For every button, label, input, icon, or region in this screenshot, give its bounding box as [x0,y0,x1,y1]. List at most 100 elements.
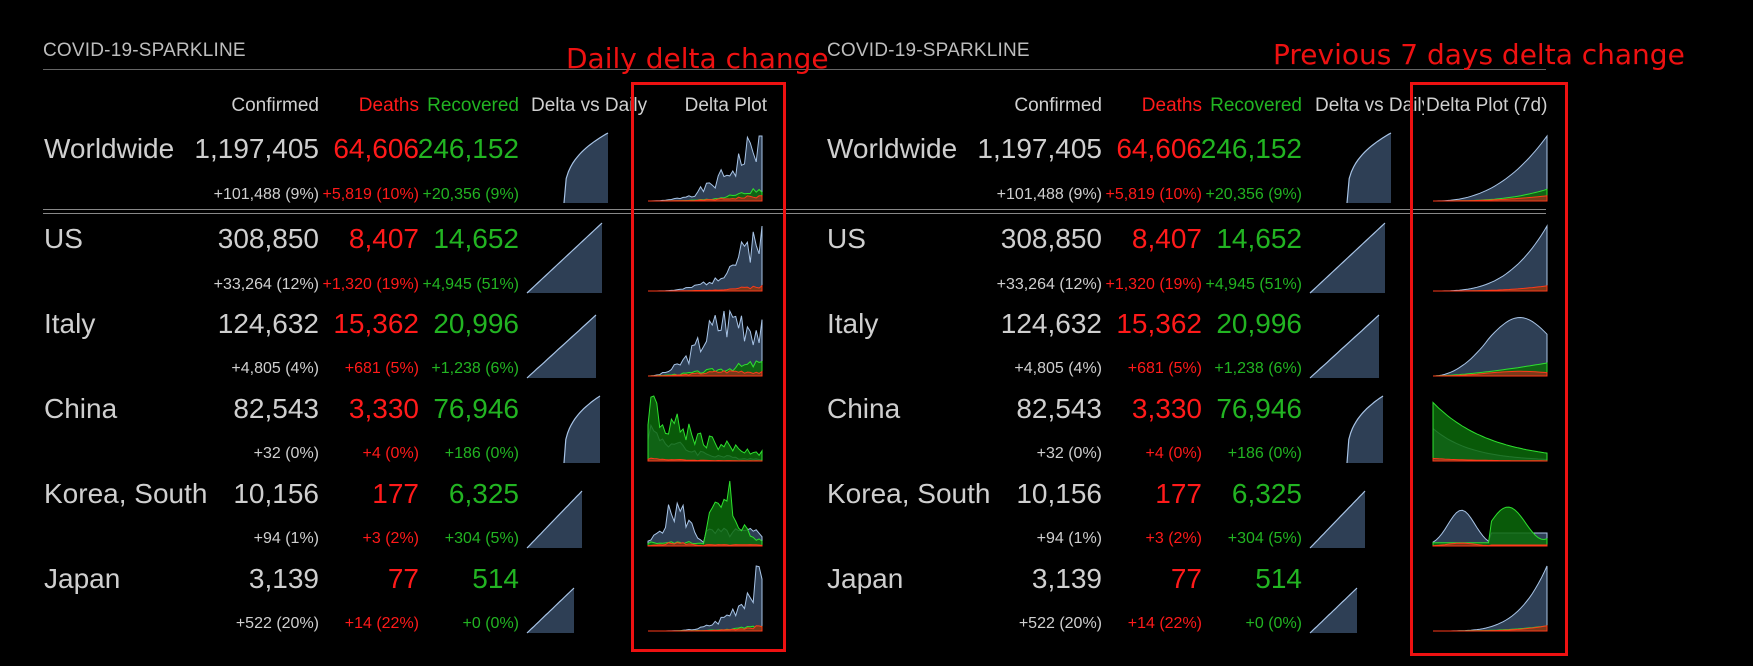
deaths-delta: +14 (22%) [344,615,419,632]
panel-title: COVID-19-SPARKLINE [43,40,246,61]
confirmed-count: 308,850 [217,223,319,254]
deaths-count: 64,606 [1116,133,1202,164]
country-name: Worldwide [44,133,175,164]
confirmed-delta: +4,805 (4%) [1014,360,1102,377]
recovered-delta: +20,356 (9%) [1205,186,1302,203]
recovered-count: 6,325 [1231,478,1302,509]
deaths-delta: +4 (0%) [362,445,419,462]
confirmed-count: 308,850 [1000,223,1102,254]
confirmed-count: 124,632 [1000,308,1102,339]
deaths-delta: +681 (5%) [344,360,419,377]
deaths-count: 8,407 [348,223,419,254]
deaths-count: 15,362 [333,308,419,339]
deaths-delta: +4 (0%) [1145,445,1202,462]
confirmed-count: 82,543 [1016,393,1102,424]
country-name: US [44,223,83,254]
header-confirmed: Confirmed [231,95,319,116]
deaths-count: 8,407 [1131,223,1202,254]
recovered-delta: +186 (0%) [444,445,519,462]
delta-vs-daily-sparkline [1309,490,1366,549]
deaths-count: 77 [387,563,419,594]
annotation-7d-delta: Previous 7 days delta change [1273,38,1685,71]
deaths-count: 15,362 [1116,308,1202,339]
confirmed-count: 3,139 [1031,563,1102,594]
deaths-delta: +1,320 (19%) [322,276,419,293]
deaths-delta: +3 (2%) [362,530,419,547]
delta-vs-daily-sparkline [563,395,601,464]
country-name: Japan [827,563,904,594]
header-recovered: Recovered [1210,95,1302,116]
header-delta-vs-daily: Delta vs Daily [531,95,648,116]
recovered-delta: +186 (0%) [1227,445,1302,462]
deaths-delta: +5,819 (10%) [322,186,419,203]
recovered-count: 514 [472,563,519,594]
recovered-delta: +4,945 (51%) [422,276,519,293]
confirmed-count: 10,156 [233,478,319,509]
country-name: Korea, South [827,478,991,509]
deaths-delta: +681 (5%) [1127,360,1202,377]
confirmed-count: 1,197,405 [194,133,319,164]
delta-vs-daily-sparkline [1309,587,1358,634]
country-name: China [827,393,901,424]
delta-vs-daily-sparkline [526,587,575,634]
recovered-count: 246,152 [417,133,519,164]
header-deaths: Deaths [358,95,419,116]
recovered-count: 14,652 [433,223,519,254]
country-name: China [44,393,118,424]
country-name: Worldwide [827,133,958,164]
deaths-delta: +1,320 (19%) [1105,276,1202,293]
delta-vs-daily-sparkline [526,222,603,294]
confirmed-delta: +522 (20%) [1018,615,1102,632]
recovered-count: 20,996 [433,308,519,339]
deaths-count: 3,330 [348,393,419,424]
confirmed-delta: +522 (20%) [235,615,319,632]
country-name: US [827,223,866,254]
recovered-delta: +0 (0%) [462,615,519,632]
confirmed-delta: +32 (0%) [253,445,319,462]
deaths-delta: +14 (22%) [1127,615,1202,632]
confirmed-count: 82,543 [233,393,319,424]
confirmed-delta: +94 (1%) [1036,530,1102,547]
confirmed-count: 10,156 [1016,478,1102,509]
deaths-count: 177 [372,478,419,509]
header-deaths: Deaths [1141,95,1202,116]
annotation-box-7d [1410,82,1568,656]
annotation-daily-delta: Daily delta change [566,42,829,75]
recovered-count: 76,946 [433,393,519,424]
recovered-count: 20,996 [1216,308,1302,339]
recovered-count: 14,652 [1216,223,1302,254]
recovered-count: 6,325 [448,478,519,509]
recovered-delta: +4,945 (51%) [1205,276,1302,293]
country-name: Italy [827,308,879,339]
confirmed-delta: +94 (1%) [253,530,319,547]
recovered-delta: +1,238 (6%) [431,360,519,377]
delta-vs-daily-sparkline [1309,222,1386,294]
header-recovered: Recovered [427,95,519,116]
annotation-box-daily [631,82,786,652]
recovered-delta: +20,356 (9%) [422,186,519,203]
confirmed-delta: +33,264 (12%) [213,276,319,293]
delta-vs-daily-sparkline [526,314,597,379]
recovered-count: 76,946 [1216,393,1302,424]
deaths-count: 3,330 [1131,393,1202,424]
country-name: Korea, South [44,478,208,509]
recovered-count: 246,152 [1200,133,1302,164]
delta-vs-daily-sparkline [526,490,583,549]
country-name: Japan [44,563,121,594]
confirmed-delta: +101,488 (9%) [213,186,319,203]
recovered-delta: +0 (0%) [1245,615,1302,632]
deaths-delta: +3 (2%) [1145,530,1202,547]
delta-vs-daily-sparkline [563,132,609,204]
delta-vs-daily-sparkline [1309,314,1380,379]
panel-title: COVID-19-SPARKLINE [827,40,1030,61]
recovered-delta: +304 (5%) [444,530,519,547]
confirmed-delta: +32 (0%) [1036,445,1102,462]
confirmed-count: 124,632 [217,308,319,339]
deaths-count: 64,606 [333,133,419,164]
deaths-delta: +5,819 (10%) [1105,186,1202,203]
delta-vs-daily-sparkline [1346,395,1384,464]
delta-vs-daily-sparkline [1346,132,1392,204]
deaths-count: 77 [1170,563,1202,594]
recovered-count: 514 [1255,563,1302,594]
header-confirmed: Confirmed [1014,95,1102,116]
